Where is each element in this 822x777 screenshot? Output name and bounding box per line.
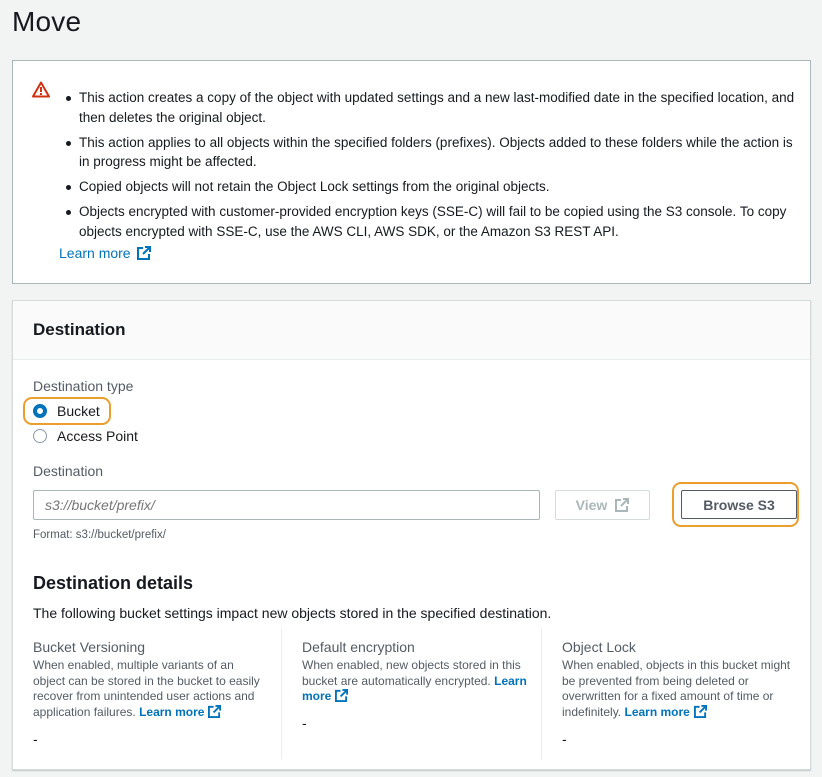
panel-title: Destination (33, 320, 126, 339)
column-description: When enabled, multiple variants of an ob… (33, 658, 268, 720)
alert-item: This action creates a copy of the object… (66, 88, 795, 127)
external-link-icon (335, 689, 349, 703)
radio-access-point[interactable]: Access Point (33, 428, 138, 444)
learn-more-link[interactable]: Learn more (139, 704, 222, 719)
column-value: - (302, 715, 307, 731)
browse-s3-button[interactable]: Browse S3 (681, 490, 797, 519)
warning-icon (32, 81, 52, 101)
alert-item: Copied objects will not retain the Objec… (66, 177, 795, 197)
destination-input[interactable] (33, 490, 540, 520)
column-title: Bucket Versioning (33, 639, 146, 655)
details-title: Destination details (33, 573, 194, 593)
encryption-column: Default encryption When enabled, new obj… (281, 629, 541, 759)
column-title: Object Lock (562, 639, 636, 655)
radio-label-access-point: Access Point (57, 428, 138, 444)
column-description: When enabled, new objects stored in this… (302, 658, 538, 705)
versioning-column: Bucket Versioning When enabled, multiple… (13, 629, 281, 759)
learn-more-label: Learn more (624, 704, 690, 719)
column-value: - (33, 731, 38, 747)
column-value: - (562, 731, 567, 747)
radio-label-bucket: Bucket (57, 403, 100, 419)
panel-header: Destination (13, 301, 810, 360)
details-description: The following bucket settings impact new… (33, 605, 552, 621)
info-alert: This action creates a copy of the object… (12, 60, 811, 284)
destination-field-label: Destination (33, 463, 104, 479)
radio-bucket[interactable]: Bucket (33, 403, 100, 419)
learn-more-link[interactable]: Learn more (624, 704, 707, 719)
external-link-icon (693, 704, 707, 718)
learn-more-label: Learn more (59, 245, 131, 261)
view-button[interactable]: View (555, 490, 650, 520)
object-lock-column: Object Lock When enabled, objects in thi… (541, 629, 811, 759)
alert-learn-more-link[interactable]: Learn more (59, 245, 151, 261)
radio-button-checked[interactable] (33, 404, 47, 418)
format-note: Format: s3://bucket/prefix/ (33, 529, 166, 541)
learn-more-label: Learn more (139, 704, 205, 719)
destination-type-label: Destination type (33, 378, 134, 394)
external-link-icon (208, 704, 222, 718)
view-label: View (575, 497, 608, 513)
column-desc-text: When enabled, new objects stored in this… (302, 658, 521, 688)
page-title: Move (12, 6, 82, 37)
external-link-icon (136, 246, 151, 260)
column-title: Default encryption (302, 639, 415, 655)
alert-item: This action applies to all objects withi… (66, 133, 795, 172)
external-link-icon (615, 498, 630, 512)
column-description: When enabled, objects in this bucket mig… (562, 658, 802, 720)
alert-item: Objects encrypted with customer-provided… (66, 202, 795, 241)
destination-panel: Destination Destination type Bucket Acce… (12, 300, 811, 770)
alert-list: This action creates a copy of the object… (66, 88, 795, 247)
radio-button[interactable] (33, 429, 47, 443)
browse-label: Browse S3 (703, 496, 775, 513)
